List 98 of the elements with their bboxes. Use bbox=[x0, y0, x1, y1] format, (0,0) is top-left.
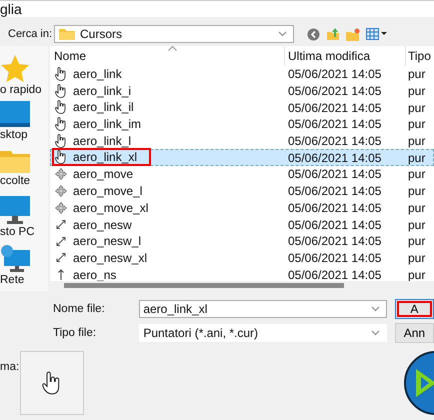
file-row[interactable]: aero_move_xl 05/06/2021 14:05 pur bbox=[50, 200, 434, 216]
file-name: aero_nesw_xl bbox=[73, 250, 148, 265]
open-button[interactable]: A bbox=[394, 299, 434, 319]
file-type: pur bbox=[407, 250, 426, 265]
file-type: pur bbox=[407, 184, 426, 198]
file-type: pur bbox=[407, 234, 426, 248]
computer-icon bbox=[0, 196, 30, 224]
hand-cursor-icon bbox=[55, 66, 67, 81]
back-icon[interactable] bbox=[307, 28, 320, 40]
file-type: pur bbox=[407, 84, 426, 98]
file-type: pur bbox=[407, 100, 426, 115]
file-name: aero_ns bbox=[73, 268, 116, 281]
view-menu-icon[interactable] bbox=[366, 28, 388, 40]
move-cursor-icon bbox=[55, 185, 67, 198]
hand-cursor-icon bbox=[55, 134, 67, 148]
hand-cursor-icon bbox=[42, 371, 62, 395]
file-type: pur bbox=[407, 67, 426, 82]
scrollbar-thumb[interactable] bbox=[64, 283, 344, 288]
column-header[interactable]: Nome bbox=[50, 49, 284, 63]
modified-date: 05/06/2021 14:05 bbox=[287, 150, 382, 165]
file-row[interactable]: aero_link_l 05/06/2021 14:05 pur bbox=[50, 132, 434, 150]
column-header[interactable]: Ultima modifica bbox=[284, 46, 405, 66]
diagonal-arrow-icon bbox=[55, 252, 67, 264]
location-label: Cerca in: bbox=[8, 28, 52, 40]
file-type-dropdown[interactable]: Puntatori (*.ani, *.cur) bbox=[139, 324, 387, 342]
modified-date: 05/06/2021 14:05 bbox=[287, 234, 382, 248]
sidebar-item[interactable]: sto PC bbox=[0, 196, 35, 244]
window-title: glia bbox=[0, 1, 22, 17]
sidebar-item[interactable]: ccolte bbox=[0, 148, 30, 196]
hand-cursor-icon bbox=[55, 150, 67, 164]
sidebar-item[interactable]: Rete bbox=[0, 244, 30, 291]
modified-date: 05/06/2021 14:05 bbox=[287, 134, 382, 148]
hand-cursor-icon bbox=[55, 116, 67, 131]
folder-icon bbox=[59, 28, 75, 40]
file-type: pur bbox=[407, 167, 426, 182]
file-row[interactable]: aero_link_xl 05/06/2021 14:05 pur bbox=[50, 149, 434, 166]
file-row[interactable]: aero_nesw_xl 05/06/2021 14:05 pur bbox=[50, 250, 434, 266]
network-icon bbox=[0, 244, 30, 272]
file-name: aero_link_xl bbox=[73, 150, 138, 164]
column-header[interactable]: Tipo bbox=[405, 46, 434, 66]
desktop-icon bbox=[0, 101, 30, 128]
modified-date: 05/06/2021 14:05 bbox=[287, 268, 382, 281]
file-row[interactable]: aero_nesw_l 05/06/2021 14:05 pur bbox=[50, 232, 434, 250]
hand-cursor-icon bbox=[55, 100, 67, 114]
sidebar-item[interactable]: sktop bbox=[0, 101, 30, 149]
file-row[interactable]: aero_ns 05/06/2021 14:05 pur bbox=[50, 266, 434, 281]
file-type: pur bbox=[407, 268, 426, 281]
move-cursor-icon bbox=[55, 202, 67, 214]
diagonal-arrow-icon bbox=[55, 236, 67, 247]
file-type: pur bbox=[407, 117, 426, 132]
file-name: aero_link_im bbox=[73, 116, 142, 131]
app-logo-icon bbox=[404, 351, 434, 415]
file-name: aero_move bbox=[73, 167, 134, 182]
folder-icon bbox=[0, 148, 30, 173]
file-name: aero_nesw bbox=[73, 218, 132, 232]
file-type: pur bbox=[407, 134, 426, 148]
file-name: aero_link bbox=[73, 66, 122, 81]
modified-date: 05/06/2021 14:05 bbox=[287, 84, 382, 98]
move-cursor-icon bbox=[55, 168, 67, 180]
modified-date: 05/06/2021 14:05 bbox=[287, 218, 382, 232]
file-name: aero_link_il bbox=[73, 100, 134, 114]
file-row[interactable]: aero_nesw 05/06/2021 14:05 pur bbox=[50, 216, 434, 233]
location-dropdown[interactable]: Cursors bbox=[54, 25, 294, 43]
modified-date: 05/06/2021 14:05 bbox=[287, 250, 382, 265]
file-row[interactable]: aero_link_i 05/06/2021 14:05 pur bbox=[50, 82, 434, 100]
preview-label: ma: bbox=[0, 361, 20, 373]
file-row[interactable]: aero_link 05/06/2021 14:05 pur bbox=[50, 66, 434, 83]
file-name: aero_move_xl bbox=[73, 200, 148, 215]
chevron-down-icon[interactable] bbox=[370, 306, 380, 312]
diagonal-arrow-icon bbox=[55, 219, 67, 230]
file-row[interactable]: aero_link_il 05/06/2021 14:05 pur bbox=[50, 99, 434, 116]
star-icon bbox=[0, 54, 30, 82]
file-type: pur bbox=[407, 150, 426, 165]
sidebar-item[interactable]: o rapido bbox=[0, 54, 42, 102]
modified-date: 05/06/2021 14:05 bbox=[287, 67, 382, 82]
new-folder-icon[interactable] bbox=[346, 28, 360, 40]
file-row[interactable]: aero_move 05/06/2021 14:05 pur bbox=[50, 166, 434, 183]
file-name-field[interactable]: aero_link_xl bbox=[139, 300, 387, 318]
file-type-label: Tipo file: bbox=[53, 327, 98, 339]
file-type: pur bbox=[407, 218, 426, 232]
hand-cursor-icon bbox=[55, 84, 67, 98]
chevron-down-icon[interactable] bbox=[370, 330, 380, 336]
file-name: aero_move_l bbox=[73, 184, 142, 198]
file-name: aero_link_l bbox=[73, 134, 132, 148]
modified-date: 05/06/2021 14:05 bbox=[287, 100, 382, 115]
modified-date: 05/06/2021 14:05 bbox=[287, 167, 382, 182]
chevron-down-icon[interactable] bbox=[278, 31, 287, 37]
file-row[interactable]: aero_move_l 05/06/2021 14:05 pur bbox=[50, 182, 434, 200]
modified-date: 05/06/2021 14:05 bbox=[287, 117, 382, 132]
modified-date: 05/06/2021 14:05 bbox=[287, 200, 382, 215]
up-folder-icon[interactable] bbox=[326, 27, 340, 41]
file-type: pur bbox=[407, 200, 426, 215]
cancel-button[interactable]: Ann bbox=[394, 323, 434, 343]
file-name: aero_nesw_l bbox=[73, 234, 142, 248]
file-name: aero_link_i bbox=[73, 84, 132, 98]
modified-date: 05/06/2021 14:05 bbox=[287, 184, 382, 198]
file-row[interactable]: aero_link_im 05/06/2021 14:05 pur bbox=[50, 116, 434, 133]
file-name-label: Nome file: bbox=[53, 303, 106, 315]
